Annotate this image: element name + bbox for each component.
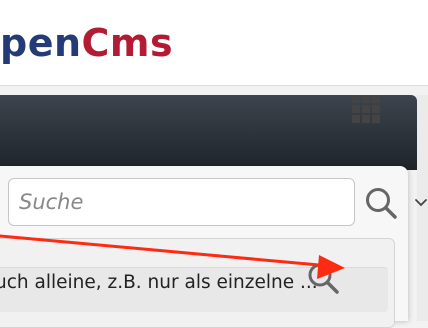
logo-text-open: pen bbox=[0, 21, 82, 65]
search-panel: uch alleine, z.B. nur als einzelne ... bbox=[0, 166, 408, 328]
search-input[interactable] bbox=[8, 178, 355, 226]
result-list: uch alleine, z.B. nur als einzelne ... bbox=[0, 238, 395, 328]
grid-menu-icon[interactable] bbox=[349, 92, 383, 126]
search-icon[interactable] bbox=[362, 184, 400, 222]
magnifier-preview-icon[interactable] bbox=[306, 261, 340, 295]
app-header: pen Cms bbox=[0, 0, 428, 86]
opencms-logo: pen Cms bbox=[0, 14, 173, 72]
result-text: uch alleine, z.B. nur als einzelne ... bbox=[0, 272, 318, 293]
logo-text-cms: Cms bbox=[81, 21, 174, 65]
chevron-down-icon[interactable] bbox=[414, 193, 428, 213]
